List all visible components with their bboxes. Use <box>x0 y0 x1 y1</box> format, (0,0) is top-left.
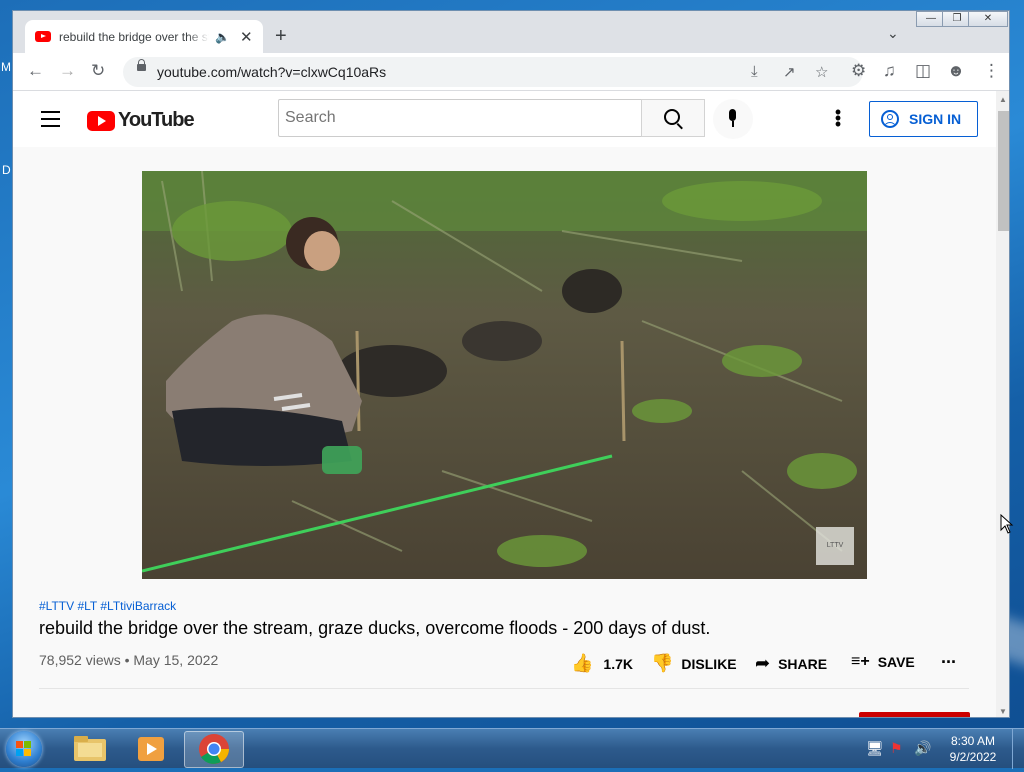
share-page-icon[interactable]: ↗ <box>783 63 796 81</box>
close-icon: ✕ <box>983 13 993 24</box>
windows-flag-icon <box>16 741 32 757</box>
page-viewport: YouTube ••• SIGN IN <box>13 91 996 717</box>
views-and-date: 78,952 views • May 15, 2022 <box>39 652 219 668</box>
system-clock[interactable]: 8:30 AM 9/2/2022 <box>940 733 1006 765</box>
share-button[interactable]: ➦ SHARE <box>755 653 827 674</box>
taskbar: 🖥 ⚑ 🔊 8:30 AM 9/2/2022 <box>0 728 1024 769</box>
dislike-button[interactable]: 👎 DISLIKE <box>651 653 737 674</box>
profile-avatar-icon[interactable]: ☻ <box>947 61 965 81</box>
install-icon[interactable]: ⤓ <box>751 63 758 80</box>
browser-menu-icon[interactable]: ⋮ <box>983 61 1000 81</box>
media-player-icon <box>138 737 164 761</box>
share-label: SHARE <box>778 655 828 672</box>
show-desktop-button[interactable] <box>1012 729 1024 769</box>
bookmark-star-icon[interactable]: ☆ <box>815 63 828 81</box>
address-bar[interactable]: youtube.com/watch?v=clxwCq10aRs ⤓ ↗ ☆ <box>123 57 863 87</box>
url-text[interactable]: youtube.com/watch?v=clxwCq10aRs <box>157 64 386 80</box>
maximize-icon: ❐ <box>952 13 962 24</box>
tab-close-icon[interactable]: ✕ <box>240 28 253 46</box>
browser-tab[interactable]: rebuild the bridge over the stream, graz… <box>25 20 263 53</box>
youtube-header: YouTube ••• SIGN IN <box>13 91 996 147</box>
dislike-label: DISLIKE <box>681 655 737 672</box>
forward-arrow-icon[interactable]: → <box>59 61 76 81</box>
sign-in-button[interactable]: SIGN IN <box>869 101 978 137</box>
search-field[interactable] <box>278 99 642 137</box>
scroll-up-icon[interactable]: ▲ <box>999 95 1007 104</box>
clock-time: 8:30 AM <box>950 734 996 748</box>
new-tab-button[interactable]: + <box>275 25 287 48</box>
action-center-flag-icon[interactable]: ⚑ <box>890 740 903 757</box>
tab-search-chevron-icon[interactable]: ⌄ <box>887 25 899 42</box>
minimize-icon: — <box>926 13 936 24</box>
save-label: SAVE <box>877 654 915 670</box>
hamburger-menu-icon[interactable] <box>41 111 60 132</box>
close-button[interactable]: ✕ <box>968 11 1008 27</box>
scroll-down-icon[interactable]: ▼ <box>999 707 1007 716</box>
folder-icon <box>74 736 106 761</box>
taskbar-explorer[interactable] <box>60 731 118 766</box>
thumbs-down-icon: 👎 <box>651 653 674 673</box>
video-title: rebuild the bridge over the stream, graz… <box>39 618 711 638</box>
like-count: 1.7K <box>603 655 633 672</box>
browser-toolbar: ← → ↻ youtube.com/watch?v=clxwCq10aRs ⤓ … <box>13 53 1009 91</box>
back-arrow-icon[interactable]: ← <box>27 61 44 81</box>
tab-strip: rebuild the bridge over the stream, graz… <box>13 11 1009 53</box>
search-button[interactable] <box>641 99 705 137</box>
tab-title: rebuild the bridge over the stream, graz… <box>59 29 209 44</box>
search-icon <box>664 109 680 125</box>
media-control-icon[interactable]: ♫ <box>883 61 896 81</box>
scrollbar-thumb[interactable] <box>998 111 1009 231</box>
speaker-icon[interactable]: 🔈 <box>215 30 230 44</box>
share-arrow-icon: ➦ <box>755 653 771 673</box>
extensions-puzzle-icon[interactable]: ⚙ <box>851 61 866 81</box>
thumbs-up-icon: 👍 <box>571 653 594 673</box>
browser-window: rebuild the bridge over the stream, graz… <box>12 10 1010 718</box>
youtube-favicon-icon <box>35 31 51 42</box>
hashtags[interactable]: #LTTV #LT #LTtiviBarrack <box>39 599 176 613</box>
playlist-add-icon: ≡+ <box>851 653 870 670</box>
youtube-play-logo-icon <box>87 110 115 131</box>
mouse-cursor-icon <box>1000 514 1014 534</box>
search-input[interactable] <box>279 100 631 136</box>
video-player[interactable]: LTTV <box>142 171 867 579</box>
youtube-logo-text: YouTube <box>118 109 195 131</box>
desktop-icon-label-fragment[interactable]: D <box>2 163 11 177</box>
section-divider <box>39 688 969 689</box>
page-scrollbar[interactable]: ▲ ▼ <box>996 91 1009 717</box>
account-icon <box>881 110 899 128</box>
more-horizontal-icon: ... <box>941 647 957 667</box>
taskbar-media-player[interactable] <box>122 731 180 766</box>
desktop-icon-label-fragment[interactable]: M <box>1 60 11 74</box>
voice-search-button[interactable] <box>713 99 753 139</box>
microphone-icon <box>729 109 736 127</box>
video-frame-image <box>142 171 867 579</box>
more-actions-button[interactable]: ... <box>941 647 956 668</box>
save-button[interactable]: ≡+ SAVE <box>851 653 915 671</box>
network-icon[interactable]: 🖥 <box>866 740 884 757</box>
side-panel-icon[interactable]: ◫ <box>915 61 931 81</box>
sign-in-label: SIGN IN <box>909 111 962 127</box>
reload-icon[interactable]: ↻ <box>91 61 105 81</box>
youtube-logo[interactable]: YouTube <box>87 109 195 132</box>
volume-icon[interactable]: 🔊 <box>914 740 931 757</box>
channel-watermark[interactable]: LTTV <box>816 527 854 565</box>
chrome-icon <box>199 734 229 764</box>
taskbar-chrome[interactable] <box>184 731 244 768</box>
settings-kebab-icon[interactable]: • • • <box>833 103 843 133</box>
clock-date: 9/2/2022 <box>949 750 997 764</box>
lock-icon[interactable] <box>137 59 146 71</box>
subscribe-button-peek[interactable] <box>859 712 970 717</box>
start-button[interactable] <box>6 731 42 767</box>
like-button[interactable]: 👍 1.7K <box>571 653 633 674</box>
